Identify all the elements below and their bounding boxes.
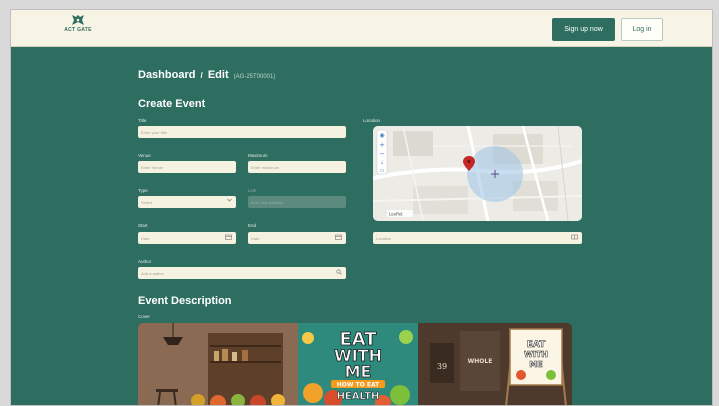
top-navbar: ACT GATE Sign up now Log in (11, 10, 712, 47)
breadcrumb-separator: / (200, 71, 203, 80)
link-input[interactable]: Enter link address (248, 196, 346, 208)
cover-subtitle-line1: HOW TO EAT (337, 382, 380, 389)
calendar-icon[interactable] (335, 234, 342, 242)
link-label: Link (248, 188, 257, 193)
chevron-down-icon (227, 198, 232, 204)
location-label: Location (363, 118, 381, 123)
calendar-icon[interactable] (225, 234, 232, 242)
svg-text:−: − (379, 150, 385, 158)
cover-whole-text: WHOLE (468, 358, 493, 365)
maximum-input[interactable]: Enter maximum (248, 161, 346, 173)
start-placeholder: Date (141, 235, 150, 241)
author-label: Author (138, 259, 152, 264)
author-placeholder: Add a author (141, 270, 164, 276)
search-icon[interactable] (336, 269, 342, 277)
breadcrumb-dashboard[interactable]: Dashboard (138, 69, 195, 81)
cover-label: Cover (138, 314, 151, 319)
type-label: Type (138, 188, 148, 193)
maximum-label: Maximum (248, 153, 268, 158)
start-label: Start (138, 223, 148, 228)
venue-input[interactable]: Enter Venue (138, 161, 236, 173)
log-in-button[interactable]: Log in (621, 18, 663, 41)
breadcrumb-edit: Edit (207, 69, 229, 81)
cover-subtitle-line2: HEALTH (337, 391, 380, 402)
create-event-heading: Create Event (138, 98, 206, 110)
cover-illustration: EAT WITH ME HOW TO EAT HEALTH 39 WHOLE E… (138, 323, 572, 405)
app-frame: ACT GATE Sign up now Log in Dashboard / … (10, 9, 713, 406)
logo-icon (72, 15, 84, 25)
sign-up-button[interactable]: Sign up now (552, 18, 615, 41)
event-id: (AG-25T00001) (233, 74, 276, 80)
svg-text:▭: ▭ (380, 168, 385, 174)
venue-placeholder: Enter Venue (141, 164, 164, 170)
maximum-placeholder: Enter maximum (251, 164, 280, 170)
breadcrumb: Dashboard / Edit (AG-25T00001) (138, 69, 275, 81)
easel-title-line3: ME (529, 360, 542, 369)
type-select[interactable]: Select (138, 196, 236, 208)
start-date-input[interactable]: Date (138, 232, 236, 244)
location-icon[interactable] (571, 234, 578, 242)
location-placeholder: Location (376, 235, 392, 241)
easel-title-line2: WITH (524, 350, 548, 359)
svg-text:⇣: ⇣ (380, 160, 384, 166)
type-value: Select (141, 199, 153, 205)
title-label: Title (138, 118, 147, 123)
title-input[interactable]: Enter your title (138, 126, 346, 138)
cover-number: 39 (437, 362, 447, 371)
cover-image[interactable]: EAT WITH ME HOW TO EAT HEALTH 39 WHOLE E… (138, 323, 572, 405)
svg-text:◉: ◉ (379, 132, 384, 139)
location-input[interactable]: Location (373, 232, 582, 244)
end-label: End (248, 223, 257, 228)
link-placeholder: Enter link address (251, 199, 284, 205)
title-placeholder: Enter your title (141, 129, 167, 135)
logo-text: ACT GATE (64, 27, 92, 33)
event-description-heading: Event Description (138, 295, 232, 307)
map-canvas[interactable]: ◉ + − ⇣ ▭ Leaflet (373, 126, 582, 221)
venue-label: Venue (138, 153, 151, 158)
location-map[interactable]: ◉ + − ⇣ ▭ Leaflet (373, 126, 582, 221)
svg-text:+: + (379, 141, 385, 149)
end-placeholder: Date (251, 235, 260, 241)
logo[interactable]: ACT GATE (58, 14, 98, 33)
easel-title-line1: EAT (527, 340, 546, 350)
end-date-input[interactable]: Date (248, 232, 346, 244)
map-controls: ◉ + − ⇣ ▭ (376, 129, 388, 175)
author-input[interactable]: Add a author (138, 267, 346, 279)
cover-title-line3: ME (345, 362, 372, 381)
map-attribution: Leaflet (389, 212, 403, 217)
